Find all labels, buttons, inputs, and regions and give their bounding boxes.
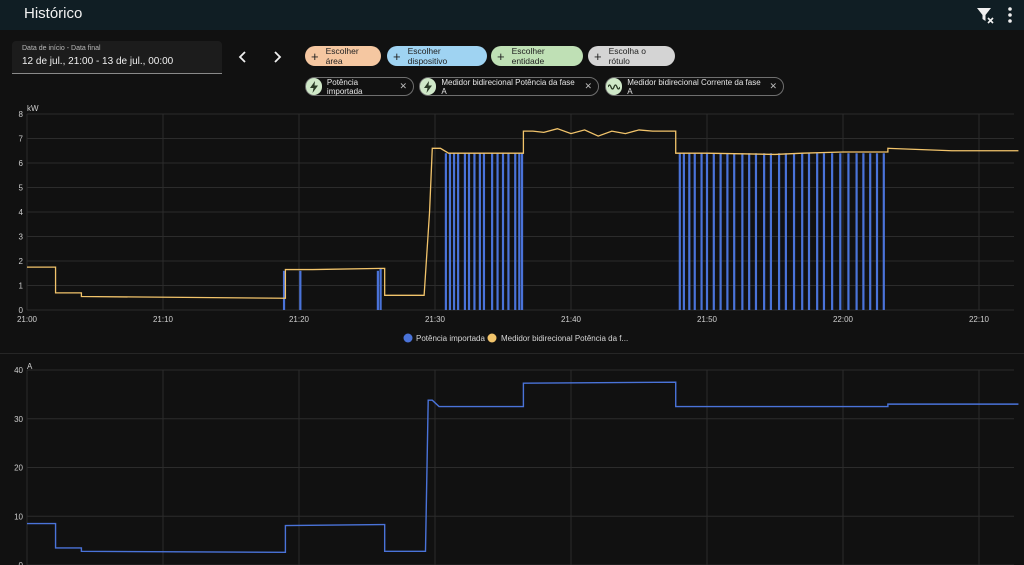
current-chart-y-ticks: 0 10 20 30 40 [14, 366, 23, 565]
plus-icon: + [311, 48, 319, 64]
y-tick-label: 2 [19, 257, 24, 266]
x-tick-label: 21:30 [425, 315, 446, 324]
y-tick-label: 10 [14, 512, 23, 521]
y-tick-label: 30 [14, 415, 23, 424]
plus-icon: + [594, 48, 602, 64]
entity-label: Medidor bidirecional Potência da fase A [441, 77, 575, 96]
current-chart-grid [26, 369, 1014, 565]
x-tick-label: 21:10 [153, 315, 174, 324]
date-range-label: Data de início - Data final [22, 45, 101, 52]
legend-swatch [487, 333, 497, 343]
y-tick-label: 40 [14, 366, 23, 375]
y-tick-label: 0 [19, 561, 24, 565]
entity-label: Potência importada [326, 77, 363, 96]
chevron-right-icon[interactable] [268, 48, 286, 66]
legend-label: Potência importada [416, 334, 485, 343]
x-tick-label: 21:20 [289, 315, 310, 324]
legend-item-phase-a-power[interactable]: Medidor bidirecional Potência da f... [487, 333, 629, 344]
x-tick-label: 22:10 [969, 315, 990, 324]
choose-label-label: Escolha o rótulo [608, 46, 646, 66]
date-range-picker[interactable]: Data de início - Data final 12 de jul., … [12, 41, 222, 74]
y-tick-label: 1 [19, 282, 24, 291]
close-icon[interactable]: ✕ [584, 81, 592, 92]
power-chart-unit: kW [27, 104, 39, 113]
choose-area-button[interactable]: + Escolher área [305, 46, 381, 66]
choose-area-label: Escolher área [325, 46, 359, 66]
choose-entity-button[interactable]: + Escolher entidade [491, 46, 583, 66]
filter-remove-icon[interactable] [974, 4, 996, 26]
power-chart-legend: Potência importada Medidor bidirecional … [403, 333, 629, 344]
y-tick-label: 6 [19, 159, 24, 168]
top-app-bar: Histórico [0, 0, 1024, 30]
x-tick-label: 21:40 [561, 315, 582, 324]
legend-item-imported-power[interactable]: Potência importada [403, 333, 486, 344]
power-chart-grid [26, 113, 1014, 311]
choose-device-button[interactable]: + Escolher dispositivo [387, 46, 487, 66]
y-tick-label: 0 [19, 306, 24, 315]
close-icon[interactable]: ✕ [399, 81, 407, 92]
plus-icon: + [497, 48, 505, 64]
date-range-value: 12 de jul., 21:00 - 13 de jul., 00:00 [22, 56, 174, 67]
entity-chip-phase-a-power[interactable]: Medidor bidirecional Potência da fase A … [419, 77, 599, 96]
flash-icon [306, 78, 322, 95]
y-tick-label: 20 [14, 464, 23, 473]
plus-icon: + [393, 48, 401, 64]
entity-chip-phase-a-current[interactable]: Medidor bidirecional Corrente da fase A … [605, 77, 784, 96]
chart-divider [0, 353, 1024, 354]
x-tick-label: 22:00 [833, 315, 854, 324]
entity-chip-imported-power[interactable]: Potência importada ✕ [305, 77, 414, 96]
x-tick-label: 21:00 [17, 315, 38, 324]
y-tick-label: 5 [19, 184, 24, 193]
choose-label-button[interactable]: + Escolha o rótulo [588, 46, 675, 66]
power-chart-x-ticks: 21:00 21:10 21:20 21:30 21:40 21:50 22:00 22:10 [17, 315, 990, 324]
close-icon[interactable]: ✕ [769, 81, 777, 92]
page-title: Histórico [24, 5, 83, 22]
y-tick-label: 7 [19, 135, 24, 144]
sine-wave-icon [606, 78, 623, 95]
x-tick-label: 21:50 [697, 315, 718, 324]
flash-icon [420, 78, 437, 95]
current-chart: A 0 10 20 30 40 [14, 362, 1019, 565]
legend-swatch [403, 333, 413, 343]
y-tick-label: 8 [19, 110, 24, 119]
y-tick-label: 3 [19, 233, 24, 242]
choose-entity-label: Escolher entidade [511, 46, 545, 66]
imported-power-series [282, 153, 885, 310]
y-tick-label: 4 [19, 208, 24, 217]
legend-label: Medidor bidirecional Potência da f... [501, 334, 628, 343]
power-chart: kW 012345678 21:00 21:10 21:20 21:30 21:40 21… [17, 104, 1019, 344]
choose-device-label: Escolher dispositivo [407, 46, 448, 66]
entity-label: Medidor bidirecional Corrente da fase A [627, 77, 761, 96]
power-chart-y-ticks: 0 1 2 3 4 5 6 7 8 [19, 110, 24, 315]
chevron-left-icon[interactable] [234, 48, 252, 66]
current-chart-unit: A [27, 362, 33, 371]
more-options-icon[interactable] [1003, 4, 1017, 26]
